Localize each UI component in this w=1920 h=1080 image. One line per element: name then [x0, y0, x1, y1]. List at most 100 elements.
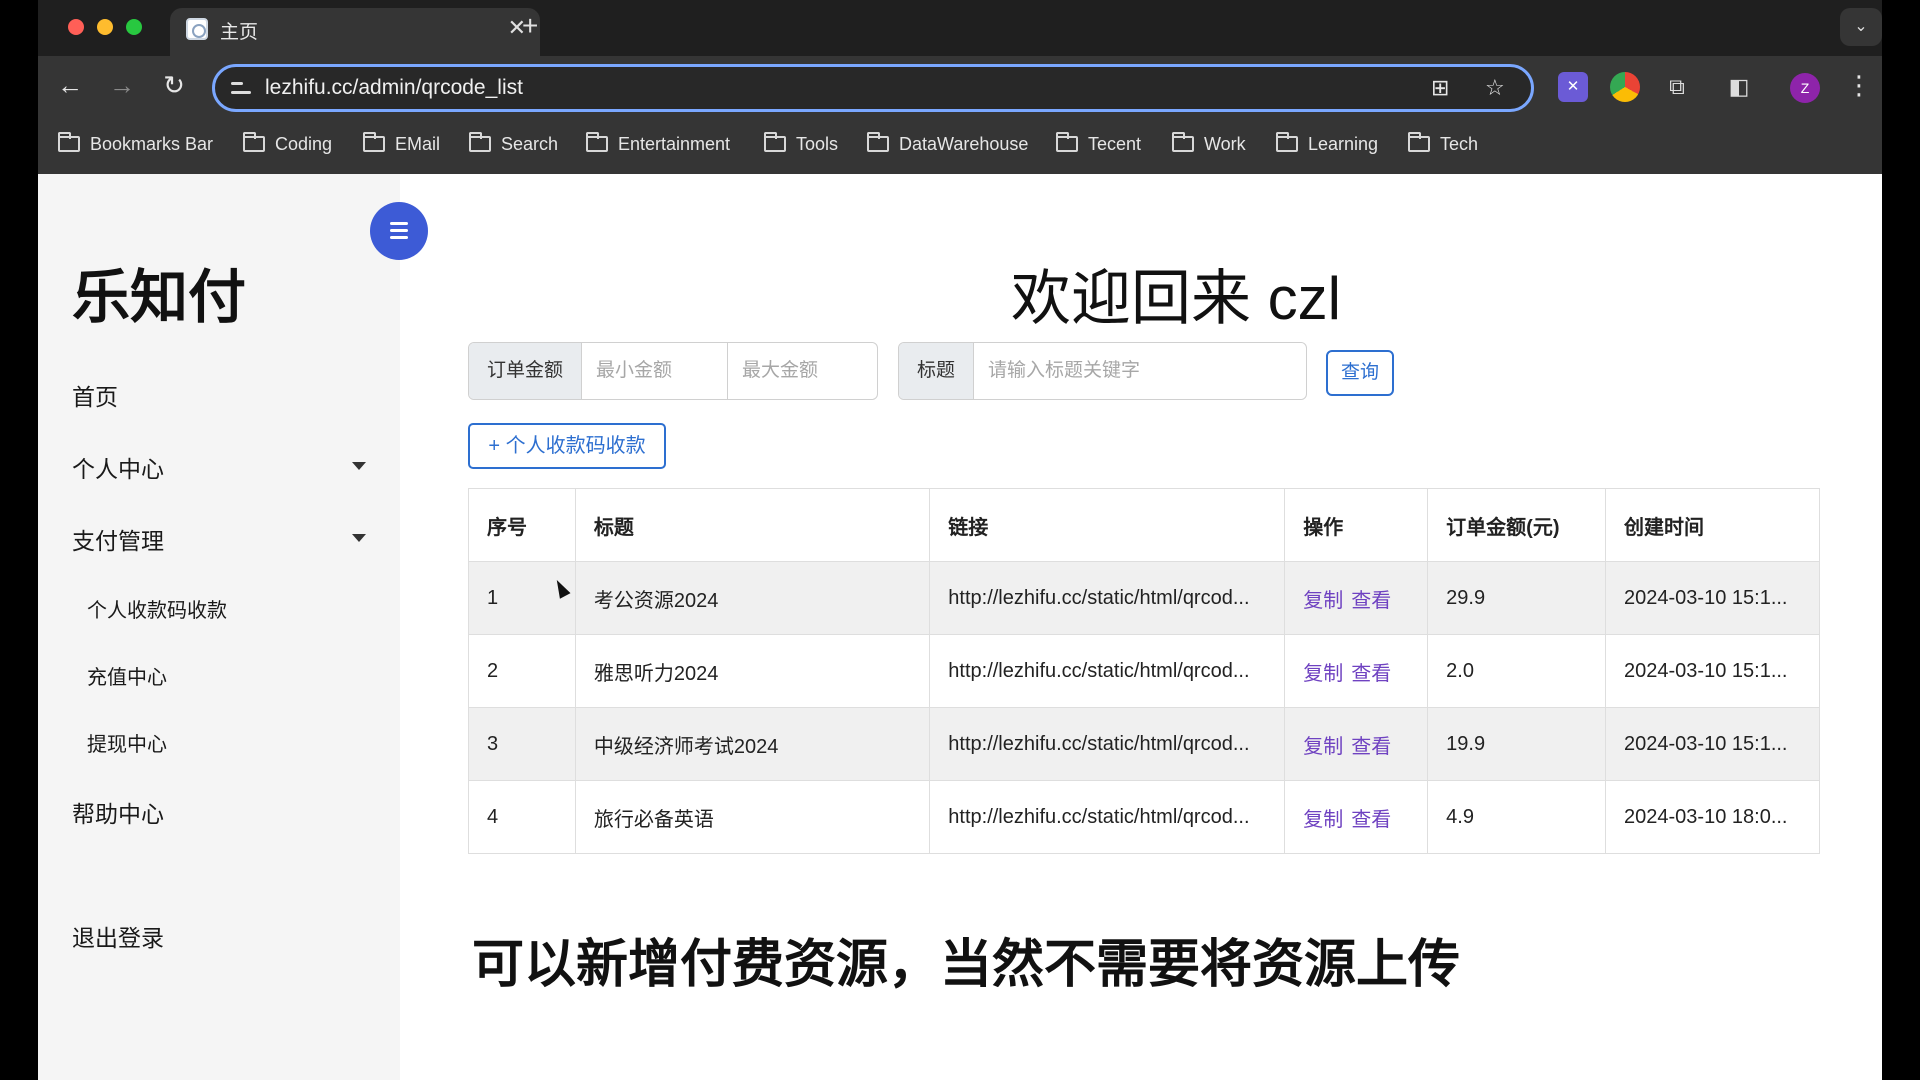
tab-strip: 主页 ✕ + ⌄ — [38, 0, 1882, 56]
view-link[interactable]: 查看 — [1351, 809, 1391, 831]
tab-title: 主页 — [220, 22, 259, 43]
row-link: http://lezhifu.cc/static/html/qrcod... — [929, 780, 1286, 854]
translate-icon[interactable]: ⊞ — [1431, 75, 1449, 101]
row-actions: 复制 查看 — [1284, 780, 1429, 854]
column-header: 创建时间 — [1605, 488, 1820, 562]
folder-icon — [1056, 132, 1078, 152]
menu-toggle-button[interactable] — [370, 202, 428, 260]
row-title: 旅行必备英语 — [574, 780, 931, 854]
profile-avatar[interactable]: Z — [1790, 73, 1820, 103]
sidebar-item-personal-center[interactable]: 个人中心 — [72, 450, 164, 484]
column-header: 操作 — [1284, 488, 1429, 562]
bookmark-folder[interactable]: EMail — [363, 132, 440, 155]
copy-link[interactable]: 复制 — [1303, 590, 1343, 612]
folder-icon — [469, 132, 491, 152]
row-title: 中级经济师考试2024 — [574, 707, 931, 781]
query-button[interactable]: 查询 — [1326, 350, 1394, 396]
view-link[interactable]: 查看 — [1351, 736, 1391, 758]
row-actions: 复制 查看 — [1284, 634, 1429, 708]
close-window-button[interactable] — [68, 19, 84, 35]
copy-link[interactable]: 复制 — [1303, 663, 1343, 685]
view-link[interactable]: 查看 — [1351, 590, 1391, 612]
more-menu-icon[interactable]: ⋮ — [1846, 70, 1872, 101]
reload-icon[interactable]: ↻ — [158, 70, 190, 101]
forward-arrow-icon[interactable]: → — [106, 70, 138, 101]
amount-filter-label: 订单金额 — [469, 343, 583, 399]
bookmark-folder[interactable]: DataWarehouse — [867, 132, 1028, 155]
browser-tab[interactable]: 主页 ✕ — [170, 8, 540, 56]
bookmark-folder[interactable]: Entertainment — [586, 132, 730, 155]
page-title: 欢迎回来 czl — [1011, 265, 1341, 332]
title-keyword-input[interactable] — [974, 343, 1305, 399]
row-number: 3 — [468, 707, 576, 781]
bookmark-folder[interactable]: Tools — [764, 132, 838, 155]
url-text[interactable]: lezhifu.cc/admin/qrcode_list — [265, 76, 523, 100]
amount-filter-group: 订单金额 — [468, 342, 878, 400]
sidebar-item-home[interactable]: 首页 — [72, 378, 118, 412]
bookmark-folder[interactable]: Bookmarks Bar — [58, 132, 213, 155]
address-bar[interactable]: lezhifu.cc/admin/qrcode_list ⊞ ☆ — [212, 64, 1534, 112]
folder-icon — [243, 132, 265, 152]
logout-link[interactable]: 退出登录 — [72, 919, 164, 953]
sidebar-item-withdraw-center[interactable]: 提现中心 — [87, 728, 167, 757]
browser-toolbar: ← → ↻ lezhifu.cc/admin/qrcode_list ⊞ ☆ ✕… — [38, 56, 1882, 120]
row-amount: 4.9 — [1427, 780, 1607, 854]
new-tab-button[interactable]: + — [522, 10, 538, 42]
tab-favicon-icon — [186, 18, 208, 40]
folder-icon — [867, 132, 889, 152]
folder-icon — [1408, 132, 1430, 152]
sidebar-item-recharge-center[interactable]: 充值中心 — [87, 661, 167, 690]
chevron-down-icon[interactable] — [352, 534, 366, 542]
row-link: http://lezhifu.cc/static/html/qrcod... — [929, 561, 1286, 635]
sidebar-item-payment-management[interactable]: 支付管理 — [72, 522, 164, 556]
chevron-down-icon[interactable] — [352, 462, 366, 470]
bookmark-folder[interactable]: Tech — [1408, 132, 1478, 155]
web-page: 乐知付 首页 个人中心 支付管理 个人收款码收款 充值中心 提现中心 帮助中心 … — [38, 174, 1882, 1080]
bookmark-folder[interactable]: Coding — [243, 132, 332, 155]
view-link[interactable]: 查看 — [1351, 663, 1391, 685]
copy-link[interactable]: 复制 — [1303, 736, 1343, 758]
row-title: 考公资源2024 — [574, 561, 931, 635]
bookmark-folder[interactable]: Learning — [1276, 132, 1378, 155]
bookmark-folder[interactable]: Search — [469, 132, 558, 155]
puzzle-icon[interactable]: ⧉ — [1662, 72, 1692, 102]
row-link: http://lezhifu.cc/static/html/qrcod... — [929, 707, 1286, 781]
row-created-time: 2024-03-10 15:1... — [1605, 634, 1820, 708]
row-amount: 19.9 — [1427, 707, 1607, 781]
copy-link[interactable]: 复制 — [1303, 809, 1343, 831]
min-amount-input[interactable] — [582, 343, 728, 399]
bookmarks-bar: Bookmarks Bar Coding EMail Search Entert… — [38, 120, 1882, 174]
max-amount-input[interactable] — [727, 343, 874, 399]
sidebar-item-help-center[interactable]: 帮助中心 — [72, 795, 164, 829]
bookmark-star-icon[interactable]: ☆ — [1485, 75, 1505, 101]
table-header-row: 序号 标题 链接 操作 订单金额(元) 创建时间 — [468, 488, 1820, 562]
minimize-window-button[interactable] — [97, 19, 113, 35]
folder-icon — [586, 132, 608, 152]
tab-search-button[interactable]: ⌄ — [1840, 8, 1882, 46]
folder-icon — [1172, 132, 1194, 152]
browser-window: 主页 ✕ + ⌄ ← → ↻ lezhifu.cc/admin/qrcode_l… — [38, 0, 1882, 1080]
column-header: 订单金额(元) — [1427, 488, 1607, 562]
add-qrcode-collection-button[interactable]: + 个人收款码收款 — [468, 423, 666, 469]
row-title: 雅思听力2024 — [574, 634, 931, 708]
bookmark-folder[interactable]: Work — [1172, 132, 1246, 155]
brand-logo: 乐知付 — [72, 265, 247, 330]
bookmark-folder[interactable]: Tecent — [1056, 132, 1141, 155]
row-actions: 复制 查看 — [1284, 561, 1429, 635]
row-created-time: 2024-03-10 15:1... — [1605, 707, 1820, 781]
row-number: 4 — [468, 780, 576, 854]
folder-icon — [1276, 132, 1298, 152]
sidebar: 乐知付 首页 个人中心 支付管理 个人收款码收款 充值中心 提现中心 帮助中心 … — [38, 174, 400, 1080]
site-info-icon[interactable] — [229, 76, 253, 100]
row-number: 2 — [468, 634, 576, 708]
column-header: 链接 — [929, 488, 1286, 562]
side-panel-icon[interactable]: ◧ — [1724, 72, 1754, 102]
extension-icon[interactable]: ✕ — [1558, 72, 1588, 102]
sidebar-item-qrcode-collection[interactable]: 个人收款码收款 — [87, 594, 227, 623]
row-amount: 2.0 — [1427, 634, 1607, 708]
maximize-window-button[interactable] — [126, 19, 142, 35]
row-created-time: 2024-03-10 15:1... — [1605, 561, 1820, 635]
folder-icon — [764, 132, 786, 152]
color-extension-icon[interactable] — [1610, 72, 1640, 102]
back-arrow-icon[interactable]: ← — [54, 70, 86, 101]
